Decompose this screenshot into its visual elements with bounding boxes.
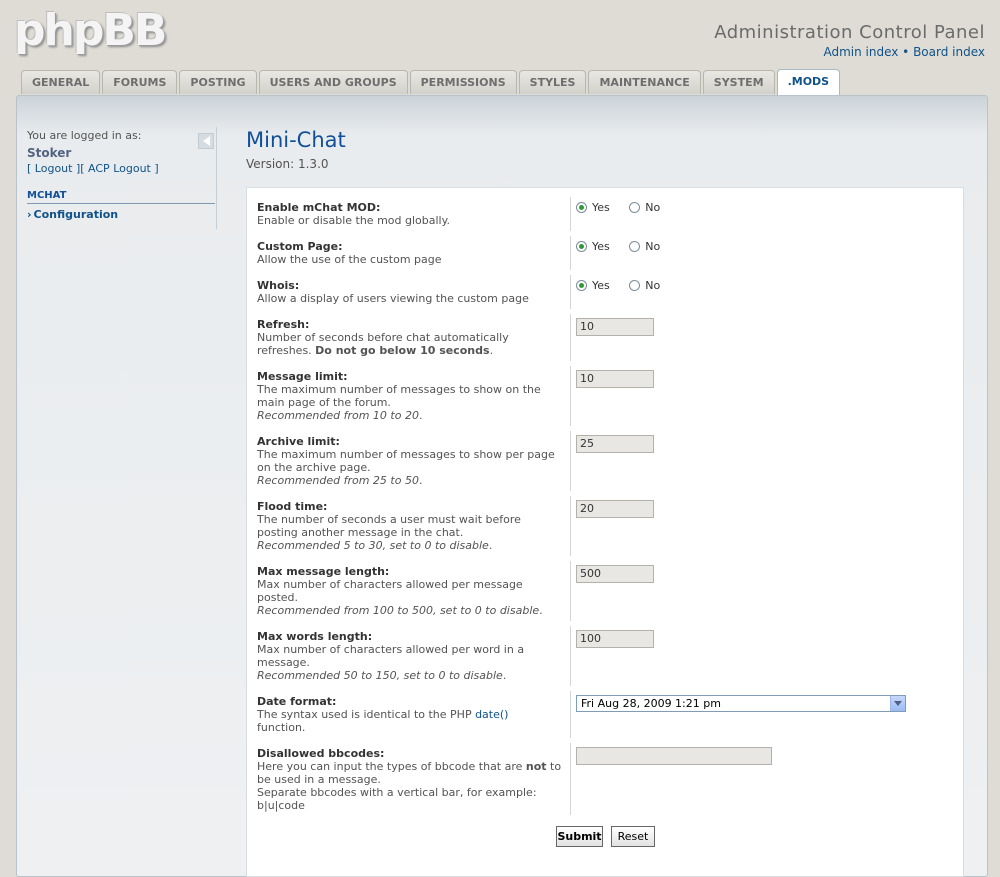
logout-link[interactable]: Logout [35,162,73,175]
setting-label: Max words length: [257,630,373,643]
menu-header-mchat: MCHAT [27,190,215,204]
setting-desc: Allow the use of the custom page [257,253,442,266]
username: Stoker [27,146,72,160]
setting-label: Custom Page: [257,240,343,253]
board-index-link[interactable]: Board index [913,45,985,59]
bullet-icon: › [27,208,32,221]
setting-warning: Do not go below 10 seconds [315,344,490,357]
collapse-menu-icon[interactable] [198,133,214,149]
setting-desc: Max number of characters allowed per wor… [257,643,525,669]
link-separator: • [902,45,910,59]
setting-label: Refresh: [257,318,310,331]
setting-desc: The maximum number of messages to show p… [257,448,555,474]
acp-title: Administration Control Panel [714,22,985,43]
version-text: Version: 1.3.0 [246,157,329,171]
setting-label: Archive limit: [257,435,340,448]
setting-label: Message limit: [257,370,348,383]
setting-label: Disallowed bbcodes: [257,747,385,760]
setting-desc: Max number of characters allowed per mes… [257,578,523,604]
sidebar-item-label: Configuration [33,208,119,221]
tab-general[interactable]: GENERAL [21,70,101,94]
php-date-link[interactable]: date() [475,708,508,721]
max-message-length-input[interactable]: 500 [576,565,654,583]
setting-recommendation: Recommended 5 to 30, set to 0 to disable [257,539,489,552]
page-title: Mini-Chat [246,128,346,152]
flood-time-input[interactable]: 20 [576,500,654,518]
archive-limit-input[interactable]: 25 [576,435,654,453]
sidebar: You are logged in as: Stoker [ Logout ][… [27,127,217,229]
setting-label: Enable mChat MOD: [257,201,381,214]
settings-panel: Enable mChat MOD: Enable or disable the m… [246,187,964,877]
reset-button[interactable]: Reset [611,826,655,847]
tab-system[interactable]: SYSTEM [702,70,775,94]
setting-recommendation: Recommended from 25 to 50 [257,474,419,487]
sidebar-item-configuration[interactable]: › Configuration [27,208,217,221]
enable-yes-radio[interactable]: Yes [576,201,610,214]
setting-desc: The syntax used is identical to the PHP [257,708,476,721]
whois-yes-radio[interactable]: Yes [576,279,610,292]
setting-example: b|u|code [257,799,305,812]
setting-label: Flood time: [257,500,328,513]
logout-links: [ Logout ][ ACP Logout ] [27,162,217,175]
disallowed-bbcodes-input[interactable] [576,747,772,765]
setting-recommendation: Recommended from 100 to 500, set to 0 to… [257,604,540,617]
date-format-select[interactable]: Fri Aug 28, 2009 1:21 pm [576,695,906,712]
admin-index-link[interactable]: Admin index [823,45,898,59]
bracket-open: [ [27,162,35,175]
tab-posting[interactable]: POSTING [179,70,257,94]
setting-recommendation: Recommended 50 to 150, set to 0 to disab… [257,669,503,682]
main-tabs: GENERAL FORUMS POSTING USERS AND GROUPS … [21,69,842,96]
submit-button[interactable]: Submit [556,826,603,847]
custom-page-no-radio[interactable]: No [629,240,660,253]
tab-permissions[interactable]: PERMISSIONS [409,70,517,94]
whois-no-radio[interactable]: No [629,279,660,292]
sidebar-divider [216,127,217,229]
acp-logout-link[interactable]: ACP Logout [88,162,151,175]
max-words-length-input[interactable]: 100 [576,630,654,648]
setting-desc: Here you can input the types of bbcode t… [257,760,526,773]
setting-label: Whois: [257,279,300,292]
setting-desc: Enable or disable the mod globally. [257,214,451,227]
custom-page-yes-radio[interactable]: Yes [576,240,610,253]
setting-label: Date format: [257,695,337,708]
tab-forums[interactable]: FORUMS [102,70,178,94]
setting-desc: The number of seconds a user must wait b… [257,513,521,539]
setting-desc: Allow a display of users viewing the cus… [257,292,529,305]
tab-styles[interactable]: STYLES [518,70,587,94]
bracket-mid: ][ [72,162,89,175]
tab-mods[interactable]: .MODS [776,69,841,96]
phpbb-logo: phpBB [14,5,167,56]
chevron-down-icon[interactable] [890,696,905,711]
setting-desc2: Separate bbcodes with a vertical bar, fo… [257,786,537,799]
setting-not: not [525,760,547,773]
setting-label: Max message length: [257,565,390,578]
tab-maintenance[interactable]: MAINTENANCE [588,70,701,94]
setting-recommendation: Recommended from 10 to 20 [257,409,419,422]
message-limit-input[interactable]: 10 [576,370,654,388]
enable-no-radio[interactable]: No [629,201,660,214]
setting-desc-end: function. [257,721,306,734]
bracket-close: ] [150,162,159,175]
date-format-value: Fri Aug 28, 2009 1:21 pm [581,697,721,710]
logged-in-label: You are logged in as: [27,129,142,142]
header-links: Admin index • Board index [823,45,985,59]
refresh-input[interactable]: 10 [576,318,654,336]
tab-users-and-groups[interactable]: USERS AND GROUPS [258,70,408,94]
setting-desc: The maximum number of messages to show o… [257,383,541,409]
